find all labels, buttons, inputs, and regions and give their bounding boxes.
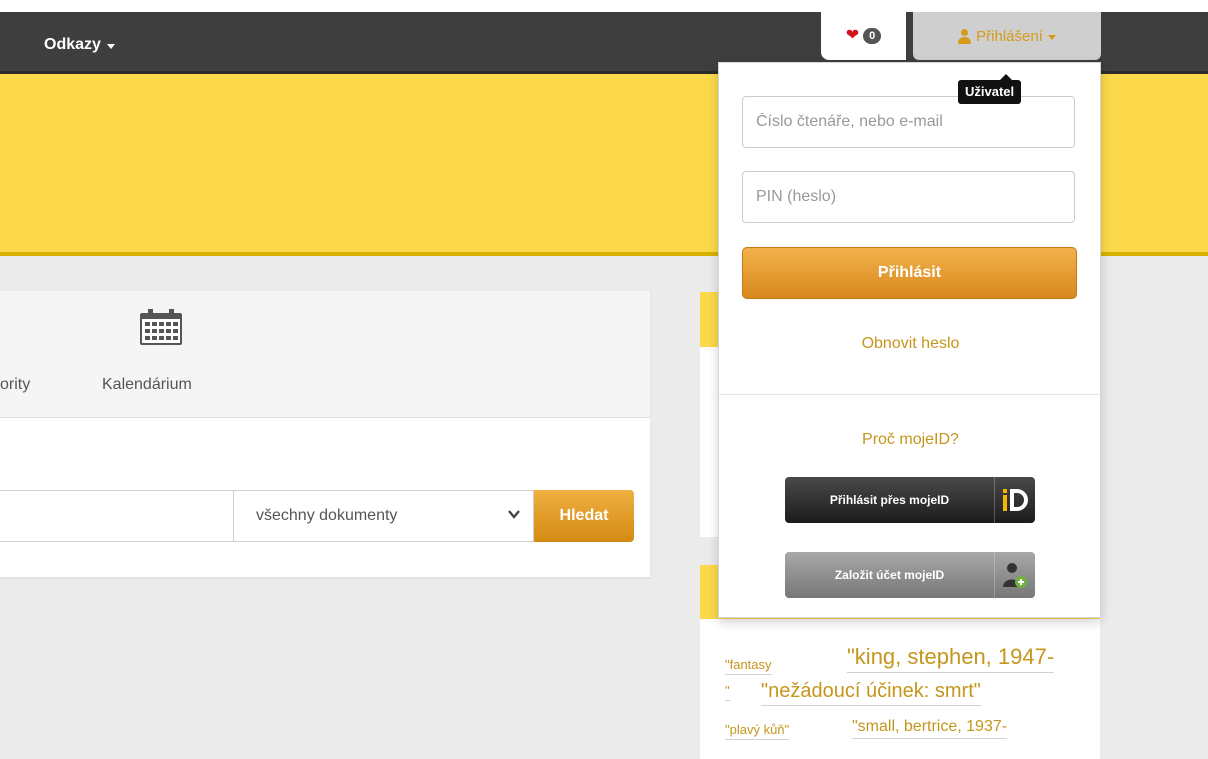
- why-mojeid-link[interactable]: Proč mojeID?: [719, 431, 1102, 449]
- top-strip: [0, 0, 1208, 12]
- tag-link[interactable]: "king, stephen, 1947-: [847, 644, 1055, 673]
- tab-calendar[interactable]: Kalendárium: [102, 376, 192, 394]
- favorites-button[interactable]: ❤ 0: [821, 12, 906, 60]
- document-type-select[interactable]: všechny dokumenty: [234, 490, 534, 542]
- tag-link[interactable]: ": [725, 683, 730, 701]
- login-dropdown: Uživatel Přihlásit Obnovit heslo Proč mo…: [718, 62, 1101, 618]
- calendar-icon: [140, 309, 182, 345]
- login-button[interactable]: Přihlásit: [742, 247, 1077, 299]
- search-card: ority Kalendárium všechny dokumenty Hled…: [0, 291, 650, 577]
- links-menu-label: Odkazy: [44, 36, 101, 53]
- login-toggle-label: Přihlášení: [976, 27, 1043, 45]
- links-menu[interactable]: Odkazy: [44, 36, 115, 54]
- chevron-down-icon: [1047, 35, 1056, 40]
- document-type-value: všechny dokumenty: [256, 507, 398, 524]
- search-tabs: ority Kalendárium: [0, 291, 650, 418]
- tag-link[interactable]: "fantasy: [725, 657, 772, 675]
- reader-number-field[interactable]: [742, 96, 1075, 148]
- login-dropdown-toggle[interactable]: Přihlášení: [913, 12, 1101, 60]
- favorites-count-badge: 0: [863, 28, 882, 44]
- create-mojeid-button[interactable]: Založit účet mojeID: [785, 552, 1035, 598]
- reset-password-link[interactable]: Obnovit heslo: [719, 335, 1102, 353]
- search-button[interactable]: Hledat: [534, 490, 634, 542]
- login-mojeid-label: Přihlásit přes mojeID: [829, 493, 950, 507]
- tag-link[interactable]: "nežádoucí účinek: smrt": [761, 680, 981, 706]
- add-user-icon: [994, 552, 1035, 598]
- divider: [719, 394, 1100, 395]
- mojeid-logo-icon: [994, 477, 1035, 523]
- pin-field[interactable]: [742, 171, 1075, 223]
- tag-link[interactable]: "small, bertrice, 1937-: [852, 718, 1008, 739]
- tab-authorities[interactable]: ority: [0, 376, 30, 394]
- user-icon: [958, 28, 972, 44]
- login-mojeid-button[interactable]: Přihlásit přes mojeID: [785, 477, 1035, 523]
- user-tooltip: Uživatel: [958, 74, 1022, 104]
- tag-link[interactable]: "plavý kůň": [725, 722, 790, 740]
- search-input[interactable]: [0, 490, 234, 542]
- chevron-down-icon: [106, 44, 115, 49]
- heart-icon: ❤: [845, 27, 860, 44]
- chevron-down-icon: [508, 510, 520, 519]
- create-mojeid-label: Založit účet mojeID: [834, 568, 945, 582]
